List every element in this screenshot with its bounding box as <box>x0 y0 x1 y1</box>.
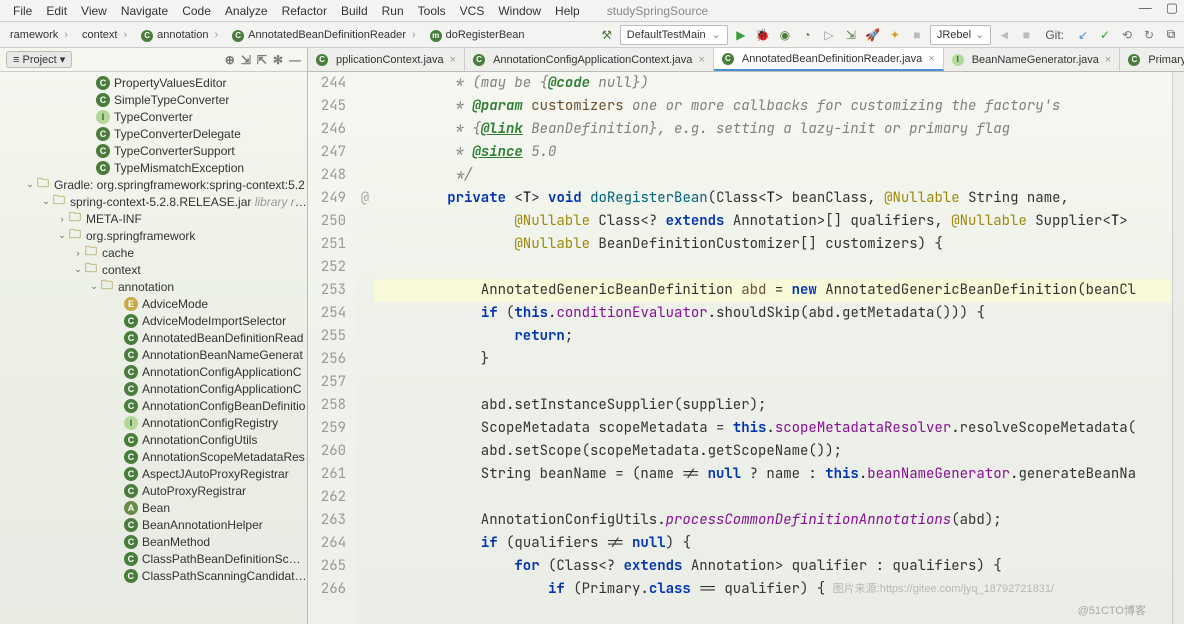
project-panel: ≡ Project ▾ ⊕ ⇲ ⇱ ✻ — CPropertyValuesEdi… <box>0 48 308 624</box>
close-icon[interactable]: × <box>928 53 934 65</box>
gutter-marks: @ <box>356 72 374 624</box>
project-panel-header[interactable]: ≡ Project ▾ ⊕ ⇲ ⇱ ✻ — <box>0 48 307 72</box>
tree-item[interactable]: ⌄🗀spring-context-5.2.8.RELEASE.jar libra… <box>0 193 307 210</box>
tree-item[interactable]: CPropertyValuesEditor <box>0 74 307 91</box>
tree-item[interactable]: ABean <box>0 499 307 516</box>
tree-item[interactable]: ⌄🗀Gradle: org.springframework:spring-con… <box>0 176 307 193</box>
watermark-source: 图片来源:https://gitee.com/jyq_18792721831/ <box>833 580 1054 596</box>
tree-item[interactable]: CAnnotationConfigApplicationC <box>0 363 307 380</box>
git-update-icon[interactable]: ↙ <box>1074 26 1092 44</box>
tree-item[interactable]: ITypeConverter <box>0 108 307 125</box>
tree-item[interactable]: IAnnotationConfigRegistry <box>0 414 307 431</box>
tree-item[interactable]: CBeanAnnotationHelper <box>0 516 307 533</box>
jr-icon2[interactable]: ■ <box>1017 26 1035 44</box>
select-opened-icon[interactable]: ⊕ <box>225 53 235 67</box>
editor-tab[interactable]: CAnnotationConfigApplicationContext.java… <box>465 48 714 71</box>
toolbar: rameworkcontextCannotationCAnnotatedBean… <box>0 22 1184 48</box>
coverage-icon[interactable]: ◉ <box>776 26 794 44</box>
menu-bar: FileEditViewNavigateCodeAnalyzeRefactorB… <box>0 0 1184 22</box>
tree-item[interactable]: CAnnotationScopeMetadataRes <box>0 448 307 465</box>
tree-item[interactable]: CAnnotationConfigBeanDefinitio <box>0 397 307 414</box>
menu-window[interactable]: Window <box>491 2 548 20</box>
hammer-icon[interactable]: ⚒ <box>598 26 616 44</box>
stop-icon[interactable]: ■ <box>908 26 926 44</box>
breadcrumb-2[interactable]: Cannotation <box>135 27 224 43</box>
menu-tools[interactable]: Tools <box>411 2 453 20</box>
collapse-icon[interactable]: ⇱ <box>257 53 267 67</box>
git-commit-icon[interactable]: ✓ <box>1096 26 1114 44</box>
tree-item[interactable]: CTypeConverterSupport <box>0 142 307 159</box>
profile-icon[interactable]: ◔ <box>798 26 816 44</box>
expand-icon[interactable]: ⇲ <box>241 53 251 67</box>
menu-build[interactable]: Build <box>334 2 375 20</box>
settings-icon[interactable]: ✻ <box>273 53 283 67</box>
rocket-icon[interactable]: 🚀 <box>864 26 882 44</box>
tree-item[interactable]: EAdviceMode <box>0 295 307 312</box>
editor-tabs: CpplicationContext.java×CAnnotationConfi… <box>308 48 1184 72</box>
minimap[interactable] <box>1172 72 1184 624</box>
tree-item[interactable]: CTypeConverterDelegate <box>0 125 307 142</box>
close-icon[interactable]: × <box>450 54 456 66</box>
tree-item[interactable]: CAnnotatedBeanDefinitionRead <box>0 329 307 346</box>
star-icon[interactable]: ✦ <box>886 26 904 44</box>
tree-item[interactable]: CAdviceModeImportSelector <box>0 312 307 329</box>
jr-icon1[interactable]: ◄ <box>995 26 1013 44</box>
breadcrumb-4[interactable]: mdoRegisterBean <box>424 27 531 43</box>
editor-tab[interactable]: CpplicationContext.java× <box>308 48 465 71</box>
editor-tab[interactable]: CPrimary× <box>1120 48 1184 71</box>
tree-item[interactable]: CSimpleTypeConverter <box>0 91 307 108</box>
tree-item[interactable]: ›🗀cache <box>0 244 307 261</box>
jrebel-selector[interactable]: JRebel ⌄ <box>930 25 991 45</box>
menu-code[interactable]: Code <box>175 2 218 20</box>
tree-item[interactable]: CClassPathBeanDefinitionScann <box>0 550 307 567</box>
tree-item[interactable]: ⌄🗀annotation <box>0 278 307 295</box>
maximize-icon[interactable]: ▢ <box>1166 0 1178 16</box>
tree-item[interactable]: CAspectJAutoProxyRegistrar <box>0 465 307 482</box>
tree-item[interactable]: CAnnotationBeanNameGenerat <box>0 346 307 363</box>
git-label: Git: <box>1045 28 1064 42</box>
project-name: studySpringSource <box>607 4 708 18</box>
tree-item[interactable]: ⌄🗀org.springframework <box>0 227 307 244</box>
git-revert-icon[interactable]: ↻ <box>1140 26 1158 44</box>
hide-icon[interactable]: — <box>289 53 301 67</box>
watermark: @51CTO博客 <box>1078 602 1146 618</box>
run2-icon[interactable]: ▷ <box>820 26 838 44</box>
tree-item[interactable]: CAutoProxyRegistrar <box>0 482 307 499</box>
project-tree[interactable]: CPropertyValuesEditorCSimpleTypeConverte… <box>0 72 307 624</box>
menu-edit[interactable]: Edit <box>39 2 74 20</box>
code-editor[interactable]: 2442452462472482492502512522532542552562… <box>308 72 1184 624</box>
menu-help[interactable]: Help <box>548 2 587 20</box>
git-history-icon[interactable]: ⟲ <box>1118 26 1136 44</box>
breadcrumb-0[interactable]: ramework <box>4 27 74 43</box>
editor-tab[interactable]: IBeanNameGenerator.java× <box>944 48 1121 71</box>
editor-tab[interactable]: CAnnotatedBeanDefinitionReader.java× <box>714 48 944 71</box>
attach-icon[interactable]: ⇲ <box>842 26 860 44</box>
minimize-icon[interactable]: — <box>1139 0 1152 16</box>
tree-item[interactable]: CAnnotationConfigApplicationC <box>0 380 307 397</box>
menu-file[interactable]: File <box>6 2 39 20</box>
gutter: 2442452462472482492502512522532542552562… <box>308 72 356 624</box>
tree-item[interactable]: CClassPathScanningCandidateC <box>0 567 307 584</box>
menu-navigate[interactable]: Navigate <box>114 2 175 20</box>
menu-view[interactable]: View <box>74 2 114 20</box>
menu-analyze[interactable]: Analyze <box>218 2 275 20</box>
tree-item[interactable]: CBeanMethod <box>0 533 307 550</box>
tree-item[interactable]: ⌄🗀context <box>0 261 307 278</box>
menu-vcs[interactable]: VCS <box>453 2 492 20</box>
tree-item[interactable]: CAnnotationConfigUtils <box>0 431 307 448</box>
close-icon[interactable]: × <box>698 54 704 66</box>
search-icon[interactable]: ⧉ <box>1162 26 1180 44</box>
menu-run[interactable]: Run <box>375 2 411 20</box>
code-lines[interactable]: * (may be {@code null}) * @param customi… <box>374 72 1172 624</box>
tree-item[interactable]: ›🗀META-INF <box>0 210 307 227</box>
run-config-selector[interactable]: DefaultTestMain ⌄ <box>620 25 728 45</box>
run-icon[interactable]: ▶ <box>732 26 750 44</box>
close-icon[interactable]: × <box>1105 54 1111 66</box>
debug-icon[interactable]: 🐞 <box>754 26 772 44</box>
breadcrumb-3[interactable]: CAnnotatedBeanDefinitionReader <box>226 27 421 43</box>
breadcrumb-1[interactable]: context <box>76 27 133 43</box>
menu-refactor[interactable]: Refactor <box>275 2 334 20</box>
